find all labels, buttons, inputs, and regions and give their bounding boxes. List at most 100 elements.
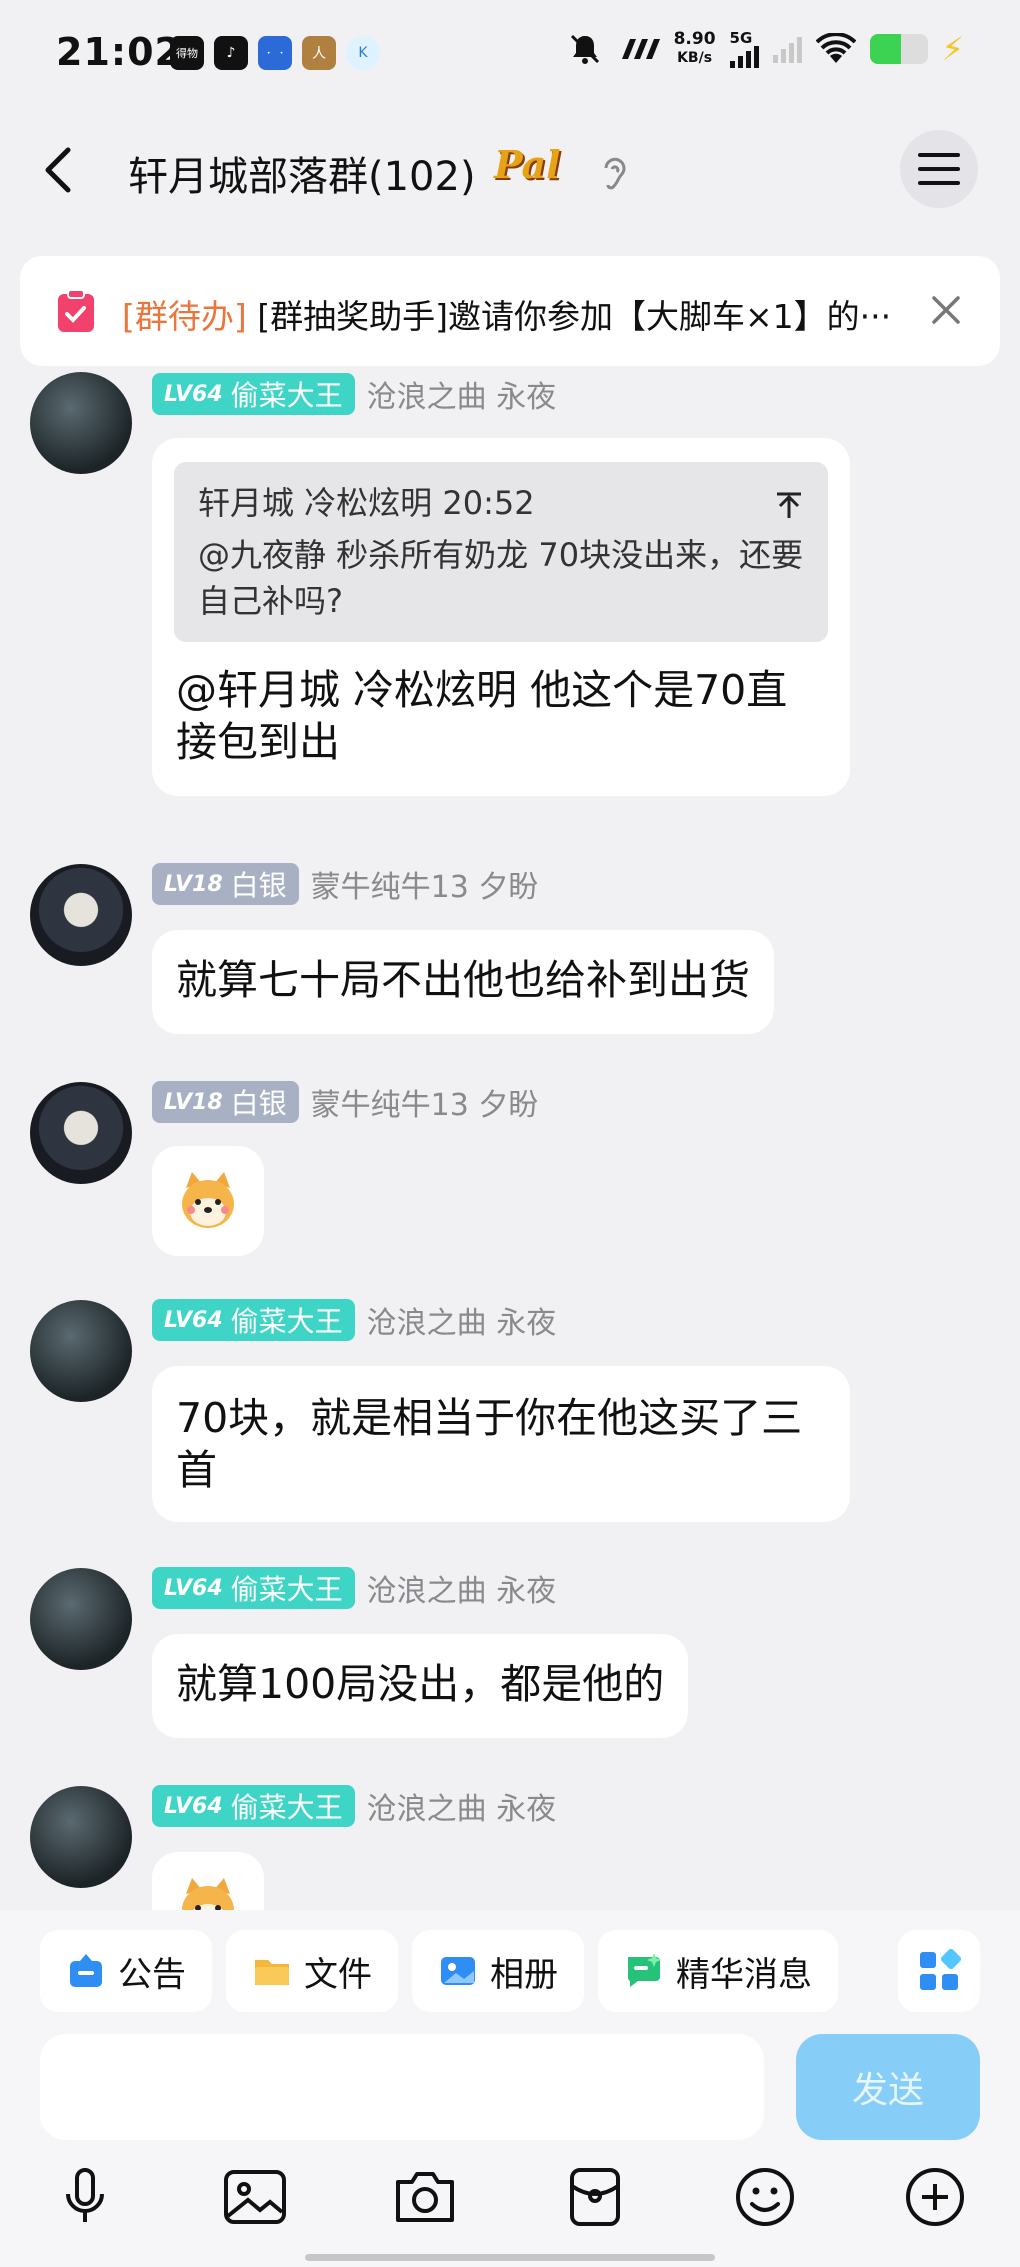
- home-indicator[interactable]: [305, 2254, 715, 2261]
- level-badge: LV64 偷菜大王: [152, 1567, 355, 1609]
- level-badge: LV18 白银: [152, 1081, 299, 1123]
- message-bubble[interactable]: 70块，就是相当于你在他这买了三首: [152, 1366, 850, 1522]
- network-type: 5G: [729, 28, 753, 47]
- sender-nick[interactable]: 沧浪之曲 永夜: [367, 372, 557, 416]
- ear-icon: [604, 157, 626, 190]
- level-number: LV18: [164, 1089, 223, 1115]
- sender-nick[interactable]: 蒙牛纯牛13 夕盼: [311, 862, 539, 906]
- todo-content: [群抽奖助手]邀请你参加【大脚车×1】的···: [257, 297, 892, 336]
- level-title: 白银: [230, 1087, 287, 1120]
- sticker-bubble[interactable]: [152, 1146, 264, 1256]
- level-badge: LV18 白银: [152, 863, 299, 905]
- hamburger-icon: [918, 153, 960, 185]
- level-badge: LV64 偷菜大王: [152, 1299, 355, 1341]
- speed-unit: KB/s: [677, 50, 713, 66]
- essence-message-icon: [627, 1953, 661, 1987]
- message-text: 70块，就是相当于你在他这买了三首: [176, 1394, 803, 1494]
- avatar[interactable]: [30, 1568, 132, 1670]
- chat-header: 轩月城部落群(102) Pal: [0, 120, 1020, 225]
- shiba-sticker-icon: [182, 1878, 234, 1910]
- k-app-icon: K: [346, 36, 380, 70]
- message-text: 就算100局没出，都是他的: [176, 1660, 665, 1708]
- group-name[interactable]: 轩月城部落群(102): [128, 144, 476, 202]
- album-icon: [441, 1957, 475, 1985]
- camera-icon[interactable]: [390, 2162, 460, 2232]
- quote-body: @九夜静 秒杀所有奶龙 70块没出来，还要自己补吗?: [198, 536, 804, 620]
- essence-label: 精华消息: [676, 1954, 812, 1995]
- essence-button[interactable]: 精华消息: [598, 1930, 838, 2012]
- level-badge: LV64 偷菜大王: [152, 1785, 355, 1827]
- system-status: 8.90 KB/s 5G ⚡: [568, 30, 964, 68]
- sender-meta: LV64 偷菜大王 沧浪之曲 永夜: [152, 1298, 556, 1342]
- avatar[interactable]: [30, 1786, 132, 1888]
- plus-icon[interactable]: [900, 2162, 970, 2232]
- message-text: 就算七十局不出他也给补到出货: [176, 956, 750, 1004]
- avatar[interactable]: [30, 1300, 132, 1402]
- sender-nick[interactable]: 沧浪之曲 永夜: [367, 1566, 557, 1610]
- dewu-app-icon: 得物: [170, 36, 204, 70]
- files-label: 文件: [304, 1954, 372, 1995]
- level-badge: LV64 偷菜大王: [152, 373, 355, 415]
- pal-badge-logo: Pal: [494, 142, 561, 187]
- avatar[interactable]: [30, 1082, 132, 1184]
- game-app-icon: 人: [302, 36, 336, 70]
- tiktok-app-icon: ♪: [214, 36, 248, 70]
- mute-bell-icon: [570, 34, 599, 64]
- sender-meta: LV18 白银 蒙牛纯牛13 夕盼: [152, 862, 538, 906]
- red-packet-icon[interactable]: [560, 2162, 630, 2232]
- sender-nick[interactable]: 沧浪之曲 永夜: [367, 1784, 557, 1828]
- battery-fill: [869, 34, 902, 64]
- emoji-icon[interactable]: [730, 2162, 800, 2232]
- sender-meta: LV64 偷菜大王 沧浪之曲 永夜: [152, 1566, 556, 1610]
- signal-icon: [729, 45, 759, 68]
- close-icon[interactable]: [928, 292, 964, 328]
- charging-bolt-icon: ⚡: [941, 30, 964, 68]
- status-bar: 21:02 得物 ♪ ㆍㆍ 人 K 8.90 KB/s 5G ⚡: [0, 0, 1020, 110]
- sender-nick[interactable]: 蒙牛纯牛13 夕盼: [311, 1080, 539, 1124]
- notification-icons: 得物 ♪ ㆍㆍ 人 K: [170, 36, 380, 70]
- send-button[interactable]: 发送: [796, 2034, 980, 2140]
- quote-header: 轩月城 冷松炫明 20:52: [198, 484, 535, 522]
- message-bubble[interactable]: 就算100局没出，都是他的: [152, 1634, 689, 1738]
- level-title: 偷菜大王: [230, 1305, 343, 1338]
- files-button[interactable]: 文件: [226, 1930, 398, 2012]
- message-bubble[interactable]: 轩月城 冷松炫明 20:52 @九夜静 秒杀所有奶龙 70块没出来，还要自己补吗…: [152, 438, 850, 796]
- sender-meta: LV64 偷菜大王 沧浪之曲 永夜: [152, 1784, 556, 1828]
- signal-5g: 5G: [729, 28, 759, 68]
- sender-meta: LV18 白银 蒙牛纯牛13 夕盼: [152, 1080, 538, 1124]
- message-bubble[interactable]: 就算七十局不出他也给补到出货: [152, 930, 774, 1034]
- message-item: LV64 偷菜大王 沧浪之曲 永夜: [0, 1784, 1020, 1910]
- back-arrow-icon[interactable]: [30, 140, 90, 200]
- album-label: 相册: [490, 1954, 558, 1995]
- sender-nick[interactable]: 沧浪之曲 永夜: [367, 1298, 557, 1342]
- group-todo-banner[interactable]: [群待办] [群抽奖助手]邀请你参加【大脚车×1】的···: [20, 256, 1000, 366]
- input-toolbar: [0, 2162, 1020, 2242]
- battery-icon: [869, 34, 928, 64]
- level-title: 偷菜大王: [230, 379, 343, 412]
- quoted-message[interactable]: 轩月城 冷松炫明 20:52 @九夜静 秒杀所有奶龙 70块没出来，还要自己补吗…: [174, 462, 828, 642]
- signal-secondary-icon: [772, 35, 802, 63]
- apps-grid-icon: [920, 1949, 961, 1990]
- avatar[interactable]: [30, 372, 132, 474]
- shiba-sticker-icon: [182, 1172, 234, 1228]
- speed-value: 8.90: [673, 29, 716, 49]
- avatar[interactable]: [30, 864, 132, 966]
- clock: 21:02: [56, 30, 182, 74]
- menu-button[interactable]: [900, 130, 978, 208]
- announcement-button[interactable]: 公告: [40, 1930, 212, 2012]
- level-title: 白银: [230, 869, 287, 902]
- level-number: LV18: [164, 871, 223, 897]
- level-number: LV64: [164, 1793, 223, 1819]
- jump-to-top-icon[interactable]: [774, 490, 804, 520]
- microphone-icon[interactable]: [50, 2162, 120, 2232]
- message-input[interactable]: [40, 2034, 764, 2140]
- folder-icon: [255, 1960, 289, 1985]
- announcement-label: 公告: [118, 1954, 186, 1995]
- sticker-bubble[interactable]: [152, 1852, 264, 1910]
- carrier-icon: [621, 39, 660, 59]
- more-apps-button[interactable]: [898, 1930, 980, 2012]
- image-icon[interactable]: [220, 2162, 290, 2232]
- announcement-icon: [70, 1954, 102, 1987]
- album-button[interactable]: 相册: [412, 1930, 584, 2012]
- message-text: @轩月城 冷松炫明 他这个是70直接包到出: [176, 666, 788, 766]
